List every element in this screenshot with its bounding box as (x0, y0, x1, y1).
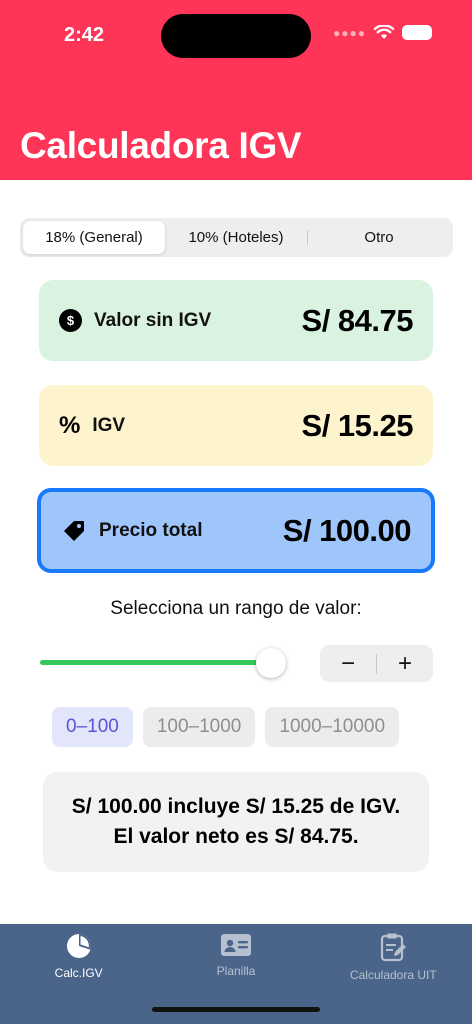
slider-track-fill (40, 660, 270, 665)
home-indicator (152, 1007, 320, 1012)
dollar-circle-icon: $ (59, 309, 82, 332)
net-value-card: $ Valor sin IGV S/ 84.75 (39, 280, 433, 361)
net-value-amount: S/ 84.75 (301, 302, 414, 338)
tab-calculadora-uit[interactable]: Calculadora UIT (315, 924, 472, 1024)
range-chip-100-1000[interactable]: 100–1000 (142, 707, 256, 747)
range-label: Selecciona un rango de valor: (110, 598, 362, 619)
total-price-card: Precio total S/ 100.00 (37, 488, 435, 573)
range-chip-0-100[interactable]: 0–100 (52, 707, 133, 747)
value-stepper[interactable]: − + (320, 645, 433, 682)
total-price-amount: S/ 100.00 (282, 512, 412, 548)
slider-thumb[interactable] (256, 648, 286, 678)
tax-rate-segmented-control[interactable]: 18% (General) 10% (Hoteles) Otro (20, 218, 453, 257)
pie-chart-icon (66, 934, 91, 958)
segment-otro[interactable]: Otro (308, 221, 450, 254)
status-icons: ●●●● (333, 25, 432, 40)
summary-line-1: S/ 100.00 incluye S/ 15.25 de IGV. (71, 795, 401, 818)
status-time: 2:42 (64, 24, 105, 46)
summary-box: S/ 100.00 incluye S/ 15.25 de IGV. El va… (43, 772, 429, 872)
tab-label: Calculadora UIT (349, 968, 437, 982)
igv-amount: S/ 15.25 (301, 407, 414, 443)
id-card-icon (220, 934, 251, 956)
summary-line-2: El valor neto es S/ 84.75. (113, 825, 359, 848)
price-tag-icon (61, 518, 87, 544)
dynamic-island (161, 14, 311, 58)
cellular-signal-icon: ●●●● (333, 25, 366, 40)
battery-icon (402, 25, 432, 40)
range-chip-1000-10000[interactable]: 1000–10000 (265, 707, 400, 747)
page-title: Calculadora IGV (20, 125, 302, 166)
stepper-increment-button[interactable]: + (377, 645, 433, 682)
percent-icon: % (59, 411, 81, 439)
value-slider[interactable] (40, 648, 286, 678)
tab-label: Planilla (216, 964, 256, 978)
range-chips: 0–100 100–1000 1000–10000 (52, 707, 400, 747)
net-value-label: Valor sin IGV (94, 309, 212, 331)
igv-card: % IGV S/ 15.25 (39, 385, 433, 466)
total-price-label: Precio total (99, 519, 203, 541)
stepper-decrement-button[interactable]: − (320, 645, 376, 682)
segment-general[interactable]: 18% (General) (23, 221, 165, 254)
igv-label: IGV (92, 414, 126, 436)
segment-hoteles[interactable]: 10% (Hoteles) (165, 221, 307, 254)
clipboard-icon (381, 933, 407, 962)
wifi-icon (374, 25, 394, 39)
tab-label: Calc.IGV (54, 966, 103, 980)
navigation-header: 2:42 ●●●● Calculadora IGV (0, 0, 472, 180)
tab-calc-igv[interactable]: Calc.IGV (0, 924, 157, 1024)
